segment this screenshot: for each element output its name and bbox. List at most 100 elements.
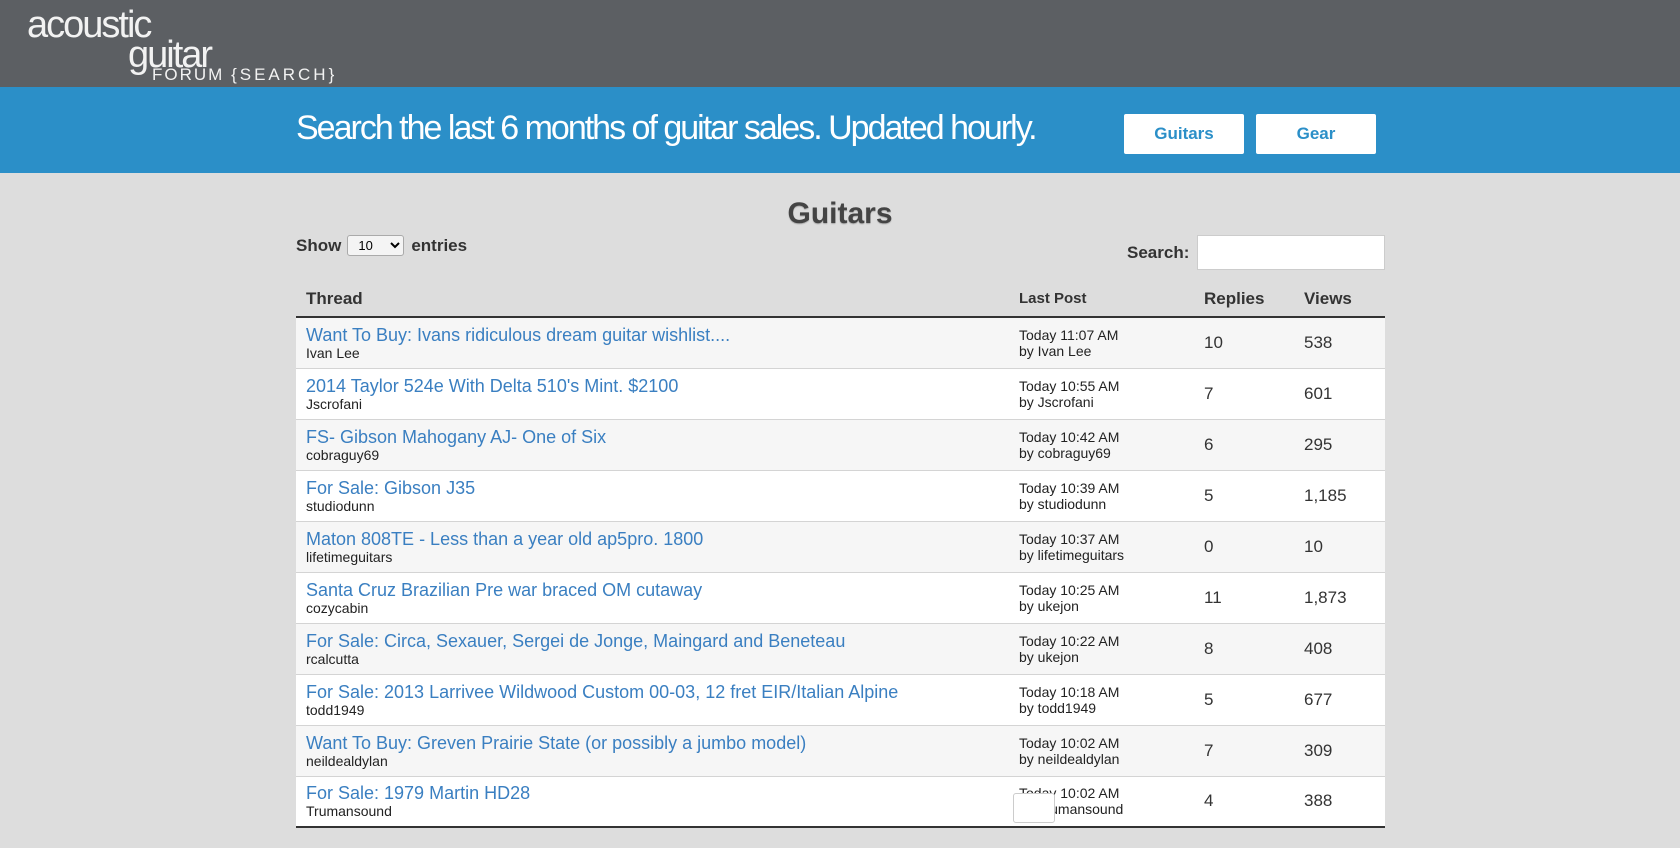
last-post-cell: Today 10:39 AM by studiodunn [1009, 469, 1194, 521]
last-post-by: by cobraguy69 [1019, 444, 1111, 461]
replies-cell: 7 [1194, 367, 1294, 419]
last-post-time: Today 10:25 AM [1019, 581, 1120, 598]
thread-link[interactable]: For Sale: Circa, Sexauer, Sergei de Jong… [306, 631, 999, 651]
last-post-by: by neildealdylan [1019, 750, 1120, 767]
last-post-time: Today 10:37 AM [1019, 530, 1120, 547]
thread-author: cobraguy69 [306, 446, 380, 463]
search-label: Search: [1127, 242, 1190, 262]
views-cell: 10 [1294, 520, 1385, 572]
table-row: 2014 Taylor 524e With Delta 510's Mint. … [296, 367, 1385, 419]
thread-link[interactable]: Want To Buy: Greven Prairie State (or po… [306, 733, 999, 753]
thread-link[interactable]: 2014 Taylor 524e With Delta 510's Mint. … [306, 376, 999, 396]
gear-button[interactable]: Gear [1256, 114, 1376, 154]
table-row: FS- Gibson Mahogany AJ- One of Six cobrag… [296, 418, 1385, 470]
replies-cell: 0 [1194, 520, 1294, 572]
views-cell: 677 [1294, 673, 1385, 725]
thread-link[interactable]: FS- Gibson Mahogany AJ- One of Six [306, 427, 999, 447]
table-row: Want To Buy: Ivans ridiculous dream guit… [296, 316, 1385, 368]
table-row: For Sale: 1979 Martin HD28 Trumansound Tod… [296, 775, 1385, 828]
replies-cell: 5 [1194, 673, 1294, 725]
logo-line-forum: FORUM {SEARCH} [152, 66, 337, 83]
thread-author: Ivan Lee [306, 344, 360, 361]
thread-cell: Maton 808TE - Less than a year old ap5pr… [296, 520, 1009, 572]
last-post-cell: Today 10:25 AM by ukejon [1009, 571, 1194, 623]
views-cell: 538 [1294, 316, 1385, 368]
guitars-button[interactable]: Guitars [1124, 114, 1244, 154]
last-post-time: Today 10:42 AM [1019, 428, 1120, 445]
thread-author: cozycabin [306, 599, 369, 616]
views-cell: 388 [1294, 775, 1385, 828]
views-cell: 408 [1294, 622, 1385, 674]
table-header-row: Thread Last Post Replies Views [296, 281, 1385, 318]
views-cell: 1,185 [1294, 469, 1385, 521]
site-logo[interactable]: acoustic guitar FORUM {SEARCH} [27, 6, 337, 83]
table-row: For Sale: Circa, Sexauer, Sergei de Jong… [296, 622, 1385, 674]
last-post-cell: Today 10:22 AM by ukejon [1009, 622, 1194, 674]
last-post-time: Today 10:22 AM [1019, 632, 1120, 649]
hero-banner: Search the last 6 months of guitar sales… [0, 87, 1680, 173]
thread-cell: For Sale: 2013 Larrivee Wildwood Custom … [296, 673, 1009, 725]
last-post-by: by ukejon [1019, 597, 1079, 614]
thread-cell: For Sale: Circa, Sexauer, Sergei de Jong… [296, 622, 1009, 674]
last-post-time: Today 10:55 AM [1019, 377, 1120, 394]
last-post-time: Today 10:18 AM [1019, 683, 1120, 700]
thread-cell: 2014 Taylor 524e With Delta 510's Mint. … [296, 367, 1009, 419]
last-post-by: by Ivan Lee [1019, 342, 1092, 359]
column-header-last-post[interactable]: Last Post [1009, 281, 1194, 318]
last-post-time: Today 11:07 AM [1019, 326, 1119, 343]
replies-cell: 5 [1194, 469, 1294, 521]
logo-search-text: {SEARCH} [231, 65, 338, 84]
thread-link[interactable]: Want To Buy: Ivans ridiculous dream guit… [306, 325, 999, 345]
replies-cell: 7 [1194, 724, 1294, 776]
thread-author: rcalcutta [306, 650, 359, 667]
thread-cell: Santa Cruz Brazilian Pre war braced OM c… [296, 571, 1009, 623]
table-row: For Sale: 2013 Larrivee Wildwood Custom … [296, 673, 1385, 725]
search-input[interactable] [1197, 235, 1386, 270]
last-post-cell: Today 11:07 AM by Ivan Lee [1009, 316, 1194, 368]
views-cell: 601 [1294, 367, 1385, 419]
page-title: Guitars [787, 197, 893, 230]
table-row: For Sale: Gibson J35 studiodunn Today 10:3… [296, 469, 1385, 521]
last-post-by: by todd1949 [1019, 699, 1097, 716]
thread-cell: For Sale: Gibson J35 studiodunn [296, 469, 1009, 521]
thread-cell: Want To Buy: Greven Prairie State (or po… [296, 724, 1009, 776]
thread-author: Jscrofani [306, 395, 363, 412]
thread-link[interactable]: For Sale: 2013 Larrivee Wildwood Custom … [306, 682, 999, 702]
threads-table: Thread Last Post Replies Views Want To B… [296, 281, 1385, 828]
thread-link[interactable]: Maton 808TE - Less than a year old ap5pr… [306, 529, 999, 549]
last-post-cell: Today 10:55 AM by Jscrofani [1009, 367, 1194, 419]
pagination-button[interactable] [1013, 793, 1055, 823]
views-cell: 1,873 [1294, 571, 1385, 623]
last-post-cell: Today 10:02 AM by neildealdylan [1009, 724, 1194, 776]
table-row: Maton 808TE - Less than a year old ap5pr… [296, 520, 1385, 572]
last-post-cell: Today 10:18 AM by todd1949 [1009, 673, 1194, 725]
table-row: Santa Cruz Brazilian Pre war braced OM c… [296, 571, 1385, 623]
logo-forum-text: FORUM [152, 65, 225, 84]
column-header-replies[interactable]: Replies [1194, 281, 1294, 318]
thread-link[interactable]: For Sale: 1979 Martin HD28 [306, 783, 999, 803]
last-post-by: by studiodunn [1019, 495, 1107, 512]
thread-link[interactable]: For Sale: Gibson J35 [306, 478, 999, 498]
entries-label: entries [411, 235, 468, 255]
views-cell: 295 [1294, 418, 1385, 470]
thread-link[interactable]: Santa Cruz Brazilian Pre war braced OM c… [306, 580, 999, 600]
column-header-views[interactable]: Views [1294, 281, 1385, 318]
thread-author: todd1949 [306, 701, 365, 718]
thread-cell: Want To Buy: Ivans ridiculous dream guit… [296, 316, 1009, 368]
last-post-by: by Jscrofani [1019, 393, 1094, 410]
thread-author: lifetimeguitars [306, 548, 393, 565]
last-post-time: Today 10:39 AM [1019, 479, 1120, 496]
thread-author: studiodunn [306, 497, 375, 514]
column-header-thread[interactable]: Thread [296, 281, 1009, 318]
replies-cell: 10 [1194, 316, 1294, 368]
entries-select[interactable]: 10 [347, 235, 405, 256]
replies-cell: 8 [1194, 622, 1294, 674]
show-label: Show [296, 235, 342, 255]
thread-author: Trumansound [306, 803, 392, 820]
last-post-by: by lifetimeguitars [1019, 546, 1125, 563]
table-row: Want To Buy: Greven Prairie State (or po… [296, 724, 1385, 776]
replies-cell: 11 [1194, 571, 1294, 623]
last-post-by: by ukejon [1019, 648, 1079, 665]
last-post-cell: Today 10:42 AM by cobraguy69 [1009, 418, 1194, 470]
thread-author: neildealdylan [306, 752, 388, 769]
